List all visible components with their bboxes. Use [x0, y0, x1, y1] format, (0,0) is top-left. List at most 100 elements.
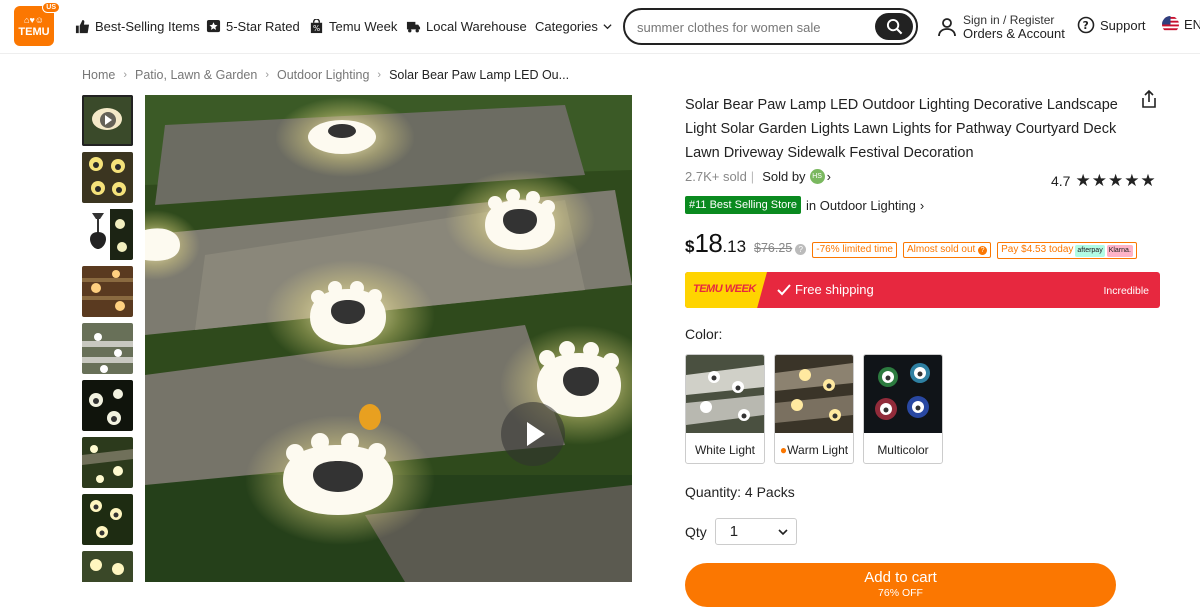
price-cents: .13 — [722, 237, 747, 256]
thumbnail-1[interactable] — [82, 95, 133, 146]
question-circle-icon: ? — [1077, 16, 1095, 34]
thumbnail-5[interactable] — [82, 323, 133, 374]
store-logo[interactable]: HS — [809, 169, 825, 184]
color-label: Color: — [685, 326, 723, 342]
thumbnail-image — [82, 437, 133, 488]
nav-best-selling-label: Best-Selling Items — [95, 18, 200, 34]
swatch-image — [775, 355, 853, 433]
search-button[interactable] — [875, 13, 913, 40]
temu-week-promo-banner: TEMU WEEK Free shipping Incredible — [685, 272, 1160, 308]
rating-value: 4.7 — [1051, 173, 1071, 189]
original-price: $76.25 — [754, 241, 793, 255]
bestseller-tag: #11 Best Selling Store — [685, 196, 802, 214]
color-option-multicolor[interactable]: Multicolor — [863, 354, 943, 464]
color-option-warm-light[interactable]: ●Warm Light — [774, 354, 854, 464]
chevron-down-icon — [778, 529, 788, 536]
nav-categories-label: Categories — [535, 18, 598, 34]
support-link[interactable]: ? Support — [1077, 16, 1146, 34]
almost-sold-out-chip[interactable]: Almost sold out ? — [902, 242, 992, 258]
price-row: $18.13 $76.25 ? -76% limited time Almost… — [685, 228, 1137, 259]
bestseller-category: in Outdoor Lighting — [806, 197, 916, 213]
product-title: Solar Bear Paw Lamp LED Outdoor Lighting… — [685, 97, 1118, 161]
breadcrumb-separator: › — [123, 69, 128, 81]
nav-best-selling[interactable]: Best-Selling Items — [75, 16, 200, 36]
nav-local-warehouse-label: Local Warehouse — [426, 18, 527, 34]
truck-icon — [406, 21, 421, 32]
color-option-white-light[interactable]: White Light — [685, 354, 765, 464]
quantity-dropdown[interactable]: 1 — [714, 518, 797, 545]
main-product-image[interactable] — [145, 95, 632, 582]
thumbnail-2[interactable] — [82, 152, 133, 203]
thumbnail-7[interactable] — [82, 437, 133, 488]
product-rating[interactable]: 4.7 ★★★★★ — [1051, 171, 1157, 191]
thumbnail-8[interactable] — [82, 494, 133, 545]
nav-temu-week[interactable]: % Temu Week — [309, 16, 397, 36]
add-to-cart-button[interactable]: Add to cart 76% OFF — [685, 563, 1116, 607]
star-badge-icon — [206, 19, 221, 32]
thumbnail-strip — [82, 95, 134, 582]
thumbnail-image — [82, 323, 133, 374]
chevron-right-icon: › — [919, 197, 925, 213]
checkmark-icon — [777, 283, 791, 295]
account-text: Sign in / Register Orders & Account — [963, 14, 1065, 41]
nav-temu-week-label: Temu Week — [329, 18, 398, 34]
language-label: EN — [1184, 17, 1200, 32]
discount-chip: -76% limited time — [812, 242, 897, 258]
bestseller-info[interactable]: #11 Best Selling Store in Outdoor Lighti… — [685, 196, 924, 214]
thumbnail-6[interactable] — [82, 380, 133, 431]
thumbnail-image — [82, 494, 133, 545]
chevron-right-icon[interactable]: › — [827, 169, 831, 184]
orders-account-label: Orders & Account — [963, 26, 1065, 41]
thumbnail-image — [82, 209, 133, 260]
language-selector[interactable]: EN — [1162, 16, 1200, 33]
temu-logo[interactable]: ⌂♥☺ TEMU US — [14, 2, 60, 46]
nav-categories[interactable]: Categories — [535, 16, 612, 36]
support-label: Support — [1100, 17, 1146, 33]
promo-tagline: Incredible — [1103, 285, 1149, 297]
logo-icons: ⌂♥☺ — [24, 15, 44, 25]
thumbs-up-icon — [75, 19, 90, 33]
pay-later-chip[interactable]: Pay $4.53 today afterpay Klarna. — [997, 242, 1137, 259]
search-input[interactable] — [637, 18, 867, 36]
play-video-button[interactable] — [501, 402, 565, 466]
breadcrumb-patio[interactable]: Patio, Lawn & Garden — [135, 68, 257, 82]
qty-label: Qty — [685, 523, 707, 540]
add-to-cart-discount: 76% OFF — [878, 587, 923, 599]
info-icon[interactable]: ? — [795, 244, 807, 255]
info-icon: ? — [978, 246, 988, 255]
swatch-image — [686, 355, 764, 433]
color-option-label: Multicolor — [877, 443, 929, 457]
add-to-cart-label: Add to cart — [864, 569, 937, 586]
thumbnail-9[interactable] — [82, 551, 133, 582]
nav-5-star[interactable]: 5-Star Rated — [206, 16, 300, 36]
color-option-label: ●Warm Light — [775, 436, 853, 463]
sold-by-label: Sold by — [762, 169, 806, 184]
account-menu[interactable]: Sign in / Register Orders & Account — [937, 13, 1065, 41]
search-bar — [623, 8, 918, 45]
nav-5-star-label: 5-Star Rated — [226, 18, 300, 34]
thumbnail-image — [82, 551, 133, 582]
klarna-logo: Klarna. — [1106, 245, 1133, 257]
main-image-illustration — [145, 95, 632, 582]
price-dollars: 18 — [694, 228, 723, 258]
warm-light-label: Warm Light — [787, 443, 849, 457]
thumbnail-image — [82, 152, 133, 203]
svg-text:%: % — [313, 24, 320, 33]
rating-stars: ★★★★★ — [1075, 171, 1157, 190]
nav-local-warehouse[interactable]: Local Warehouse — [406, 16, 527, 36]
quantity-pack-info: Quantity: 4 Packs — [685, 484, 795, 500]
share-icon[interactable] — [1139, 89, 1159, 109]
region-badge: US — [42, 2, 60, 13]
thumbnail-3[interactable] — [82, 209, 133, 260]
svg-text:?: ? — [1083, 20, 1089, 32]
search-icon — [886, 18, 903, 35]
thumbnail-4[interactable] — [82, 266, 133, 317]
qty-value: 1 — [729, 523, 739, 540]
breadcrumb-current: Solar Bear Paw Lamp LED Ou... — [389, 68, 570, 82]
breadcrumb-home[interactable]: Home — [82, 68, 115, 82]
breadcrumb-outdoor-lighting[interactable]: Outdoor Lighting — [277, 68, 369, 82]
pay-later-label: Pay $4.53 today — [1001, 244, 1074, 255]
chevron-down-icon — [603, 23, 612, 29]
breadcrumb-separator: › — [265, 69, 269, 81]
breadcrumb: Home › Patio, Lawn & Garden › Outdoor Li… — [82, 68, 569, 82]
